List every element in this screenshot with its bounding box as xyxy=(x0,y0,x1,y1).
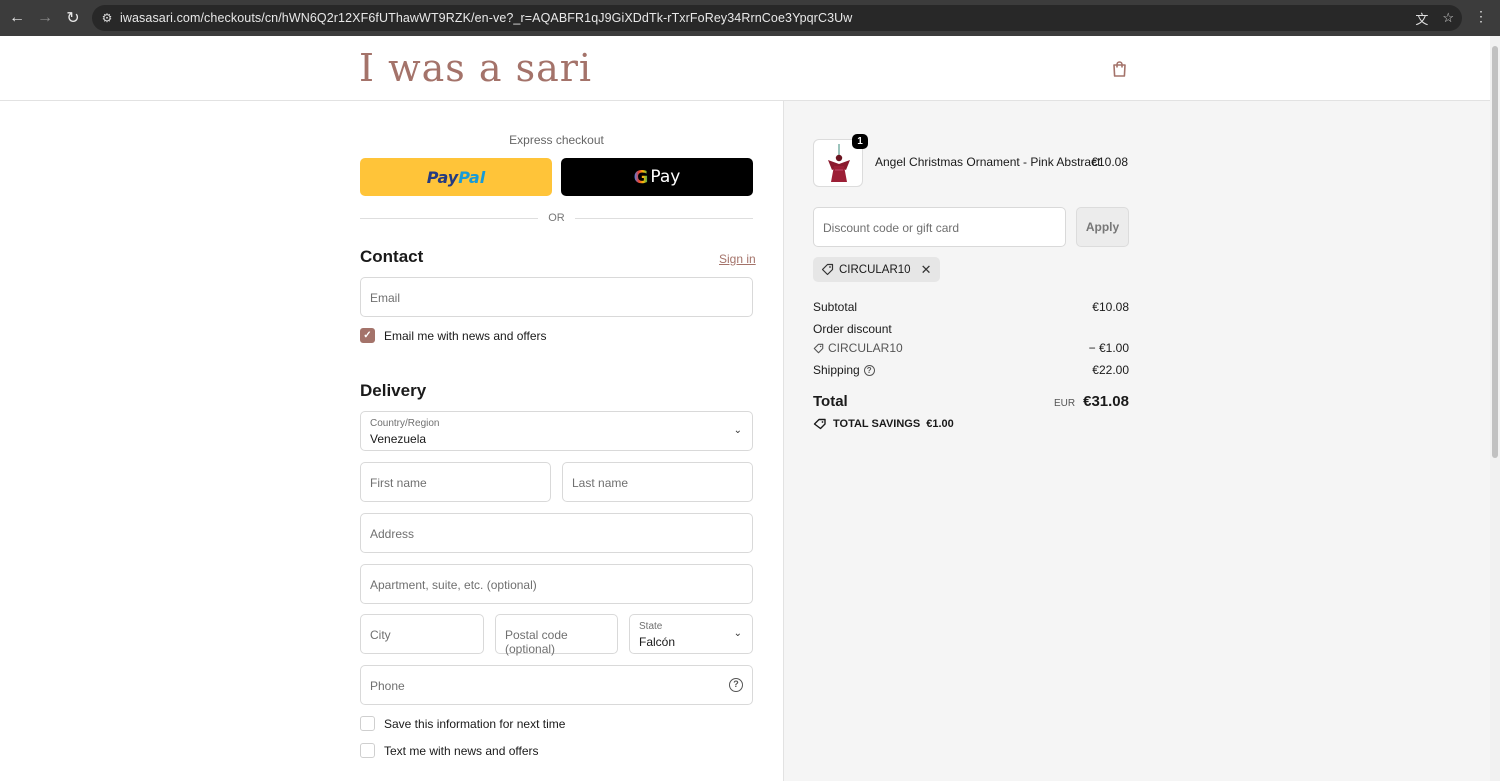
order-discount-row: Order discount xyxy=(813,322,1129,336)
address-field[interactable]: Address xyxy=(360,513,753,553)
shipping-help-icon[interactable]: ? xyxy=(863,365,875,377)
savings-tag-icon xyxy=(813,418,826,430)
postal-code-placeholder: Postal code (optional) xyxy=(505,628,568,656)
express-checkout-label: Express checkout xyxy=(509,133,604,147)
text-me-checkbox[interactable] xyxy=(360,743,375,758)
store-logo[interactable]: I was a sari xyxy=(359,46,592,90)
first-name-placeholder: First name xyxy=(370,476,427,490)
apply-button[interactable]: Apply xyxy=(1076,207,1129,247)
discount-code-label: CIRCULAR10 xyxy=(828,341,903,355)
first-name-field[interactable]: First name xyxy=(360,462,551,502)
shopping-bag-icon[interactable] xyxy=(1111,60,1128,83)
state-select[interactable]: State Falcón ⌄ xyxy=(629,614,753,654)
shipping-row: Shipping? €22.00 xyxy=(813,363,1129,377)
forward-icon[interactable]: → xyxy=(31,4,59,32)
phone-placeholder: Phone xyxy=(370,679,405,693)
or-divider: OR xyxy=(360,211,753,225)
paypal-logo-part1: Pay xyxy=(426,167,459,187)
city-field[interactable]: City xyxy=(360,614,484,654)
item-price: €10.08 xyxy=(1091,155,1128,169)
state-label: State xyxy=(639,621,663,632)
country-select[interactable]: Country/Region Venezuela ⌄ xyxy=(360,411,753,451)
url-text[interactable]: iwasasari.com/checkouts/cn/hWN6Q2r12XF6f… xyxy=(120,11,852,25)
email-field[interactable]: Email xyxy=(360,277,753,317)
subtotal-value: €10.08 xyxy=(1092,300,1129,314)
last-name-placeholder: Last name xyxy=(572,476,629,490)
or-text: OR xyxy=(548,212,565,224)
newsletter-checkbox[interactable]: ✓ xyxy=(360,328,375,343)
postal-code-field[interactable]: Postal code (optional) xyxy=(495,614,618,656)
contact-title: Contact xyxy=(360,247,424,266)
last-name-field[interactable]: Last name xyxy=(562,462,753,502)
save-info-checkbox-row[interactable]: Save this information for next time xyxy=(360,716,565,731)
applied-code: CIRCULAR10 xyxy=(839,263,911,276)
browser-menu-icon[interactable]: ⋮ xyxy=(1474,8,1488,25)
help-icon[interactable]: ? xyxy=(729,678,743,692)
shipping-label: Shipping xyxy=(813,363,860,377)
discount-placeholder: Discount code or gift card xyxy=(823,221,960,235)
item-name: Angel Christmas Ornament - Pink Abstract xyxy=(875,155,1101,169)
delivery-title: Delivery xyxy=(360,381,427,400)
page-scrollbar[interactable] xyxy=(1490,36,1500,781)
tag-icon xyxy=(821,263,834,276)
subtotal-label: Subtotal xyxy=(813,300,858,314)
remove-code-icon[interactable]: ✕ xyxy=(921,262,932,278)
google-pay-button[interactable]: G Pay xyxy=(561,158,753,196)
bookmark-star-icon[interactable]: ☆ xyxy=(1442,10,1454,26)
text-me-checkbox-row[interactable]: Text me with news and offers xyxy=(360,743,539,758)
savings-label: TOTAL SAVINGS xyxy=(833,418,921,430)
site-info-icon[interactable]: ⚙ xyxy=(94,5,120,31)
order-summary-panel xyxy=(783,101,1490,781)
order-discount-label: Order discount xyxy=(813,322,892,336)
currency-code: EUR xyxy=(1053,398,1076,409)
google-g-icon: G xyxy=(633,166,649,188)
save-info-label: Save this information for next time xyxy=(384,716,566,731)
save-info-checkbox[interactable] xyxy=(360,716,375,731)
discount-value: − €1.00 xyxy=(1088,341,1129,355)
address-bar[interactable]: ⚙ iwasasari.com/checkouts/cn/hWN6Q2r12XF… xyxy=(92,5,1462,31)
sign-in-link[interactable]: Sign in xyxy=(719,252,756,266)
newsletter-checkbox-row[interactable]: ✓ Email me with news and offers xyxy=(360,328,547,343)
chevron-down-icon: ⌄ xyxy=(733,628,742,639)
state-value: Falcón xyxy=(639,635,676,649)
city-placeholder: City xyxy=(370,628,391,642)
browser-toolbar: ← → ↻ ⚙ iwasasari.com/checkouts/cn/hWN6Q… xyxy=(0,0,1500,36)
text-me-label: Text me with news and offers xyxy=(384,743,539,758)
phone-field[interactable]: Phone ? xyxy=(360,665,753,705)
subtotal-row: Subtotal €10.08 xyxy=(813,300,1129,314)
apartment-field[interactable]: Apartment, suite, etc. (optional) xyxy=(360,564,753,604)
quantity-badge: 1 xyxy=(852,134,868,149)
scrollbar-thumb[interactable] xyxy=(1492,46,1498,458)
newsletter-label: Email me with news and offers xyxy=(384,328,547,343)
reload-icon[interactable]: ↻ xyxy=(59,4,87,32)
translate-icon[interactable]: 文 xyxy=(1415,9,1428,28)
email-placeholder: Email xyxy=(370,291,401,305)
total-row: Total EUR €31.08 xyxy=(813,393,1129,411)
paypal-button[interactable]: PayPal xyxy=(360,158,552,196)
total-label: Total xyxy=(813,393,848,410)
discount-code-input[interactable]: Discount code or gift card xyxy=(813,207,1066,247)
savings-value: €1.00 xyxy=(926,418,954,430)
shipping-value: €22.00 xyxy=(1092,363,1129,377)
paypal-logo-part2: Pal xyxy=(458,167,486,187)
back-icon[interactable]: ← xyxy=(3,4,31,32)
apartment-placeholder: Apartment, suite, etc. (optional) xyxy=(370,578,537,592)
tag-icon xyxy=(813,343,824,353)
country-value: Venezuela xyxy=(370,432,427,446)
address-placeholder: Address xyxy=(370,527,415,541)
applied-discount-tag: CIRCULAR10 ✕ xyxy=(813,257,941,282)
country-label: Country/Region xyxy=(370,418,440,429)
total-value: €31.08 xyxy=(1083,393,1129,410)
chevron-down-icon: ⌄ xyxy=(733,425,742,436)
store-header: I was a sari xyxy=(0,36,1490,101)
total-savings: TOTAL SAVINGS €1.00 xyxy=(813,418,954,430)
gpay-label: Pay xyxy=(650,167,681,187)
discount-code-row: CIRCULAR10 − €1.00 xyxy=(813,341,1129,357)
